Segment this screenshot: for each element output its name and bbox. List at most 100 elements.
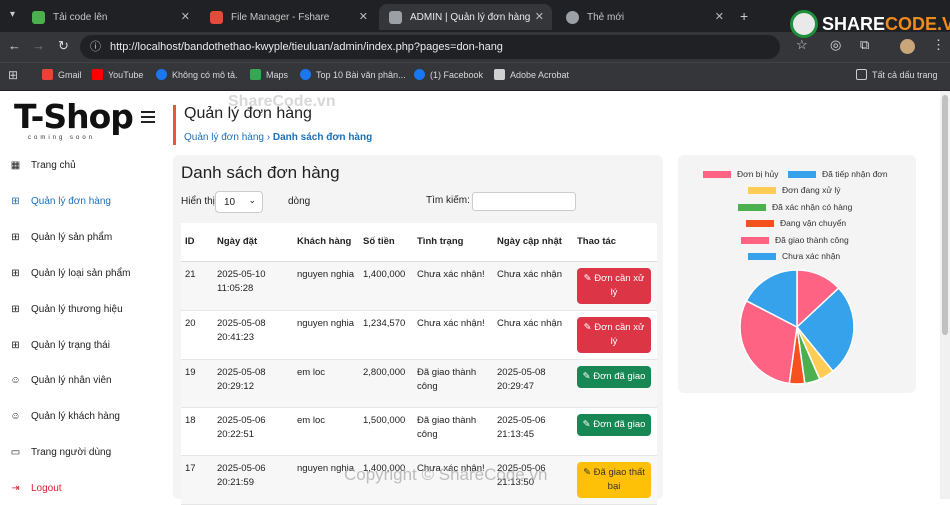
tab-favicon <box>210 10 223 24</box>
tab-favicon <box>32 10 45 24</box>
sidebar-item-categories[interactable]: ⊞ Quản lý loại sản phẩm <box>0 261 165 285</box>
browser-tab[interactable]: Tải code lên ✕ <box>22 4 198 30</box>
apps-grid-icon[interactable]: ⊞ <box>8 68 18 82</box>
tab-label: File Manager - Fshare <box>231 11 330 23</box>
cell-id: 19 <box>181 359 213 408</box>
grid-icon: ⊞ <box>11 231 20 243</box>
watermark-text: ShareCode.vn <box>228 93 336 110</box>
browser-tab[interactable]: File Manager - Fshare ✕ <box>200 4 376 30</box>
extension-icon[interactable]: ◎ <box>830 37 841 53</box>
breadcrumb-parent[interactable]: Quản lý đơn hàng <box>184 132 264 143</box>
cell-id: 18 <box>181 407 213 456</box>
facebook-icon <box>414 69 425 80</box>
col-date[interactable]: Ngày đặt <box>213 223 293 262</box>
tab-search-icon[interactable]: ▾ <box>10 9 15 20</box>
col-amount[interactable]: Số tiền <box>359 223 413 262</box>
cell-id: 17 <box>181 455 213 505</box>
site-info-icon[interactable]: ⓘ <box>90 35 101 59</box>
cell-customer: em loc <box>293 359 359 408</box>
forward-icon[interactable]: → <box>32 38 45 53</box>
bookmark-item[interactable]: Không có mô tả. <box>156 69 238 80</box>
col-updated[interactable]: Ngày cập nhật <box>493 223 573 262</box>
bookmark-item[interactable]: (1) Facebook <box>414 69 483 80</box>
bookmark-item[interactable]: Adobe Acrobat <box>494 69 569 80</box>
close-icon[interactable]: ✕ <box>181 10 190 23</box>
brand-tagline: coming soon <box>28 135 96 141</box>
bookmark-item[interactable]: YouTube <box>92 69 143 80</box>
bookmark-item[interactable]: Gmail <box>42 69 82 80</box>
back-icon[interactable]: ← <box>8 38 21 53</box>
cell-date: 2025-05-06 20:22:51 <box>213 407 293 456</box>
cell-updated: 2025-05-06 21:13:45 <box>493 407 573 456</box>
sidebar-item-home[interactable]: ▦ Trang chủ <box>0 153 165 177</box>
bookmark-label: (1) Facebook <box>430 69 484 80</box>
col-status[interactable]: Tình trạng <box>413 223 493 262</box>
sidebar-item-label: Quản lý loại sản phẩm <box>31 267 131 279</box>
sharecode-logo: SHARECODE.VN <box>790 10 950 38</box>
cell-actions: ✎ Đơn đã giao <box>573 359 657 408</box>
sidebar-item-user-page[interactable]: ▭ Trang người dùng <box>0 440 165 464</box>
browser-tab-active[interactable]: ADMIN | Quản lý đơn hàng ✕ <box>379 4 552 30</box>
menu-dots-icon[interactable]: ⋮ <box>932 37 945 53</box>
sidebar-item-label: Quản lý nhân viên <box>31 374 112 386</box>
tab-label: ADMIN | Quản lý đơn hàng <box>410 11 531 23</box>
order-action-button[interactable]: ✎ Đơn đã giao <box>577 413 651 436</box>
search-input[interactable] <box>472 192 576 211</box>
grid-icon: ⊞ <box>11 339 20 351</box>
tab-label: Tải code lên <box>53 11 108 23</box>
page-size-select[interactable]: 10 ⌄ <box>215 191 263 213</box>
close-icon[interactable]: ✕ <box>535 10 544 23</box>
avatar[interactable] <box>900 39 915 54</box>
sidebar-item-label: Logout <box>31 482 62 494</box>
sidebar-item-statuses[interactable]: ⊞ Quản lý trạng thái <box>0 333 165 357</box>
logout-icon: ⇥ <box>11 482 20 494</box>
sidebar-item-brands[interactable]: ⊞ Quản lý thương hiệu <box>0 297 165 321</box>
cell-customer: nguyen nghia <box>293 261 359 311</box>
sidebar-item-label: Trang chủ <box>31 159 76 171</box>
bookmark-star-icon[interactable]: ☆ <box>796 37 808 53</box>
close-icon[interactable]: ✕ <box>715 10 724 23</box>
scrollbar-thumb[interactable] <box>942 95 948 335</box>
bookmark-label: Tất cả dấu trang <box>872 69 938 80</box>
pie-chart <box>739 269 855 385</box>
menu-toggle-icon[interactable] <box>141 111 155 123</box>
col-customer[interactable]: Khách hàng <box>293 223 359 262</box>
page-size-suffix: dòng <box>288 196 311 207</box>
cell-status: Chưa xác nhận! <box>413 310 493 360</box>
new-tab-icon[interactable]: + <box>740 8 748 24</box>
copyright-watermark: Copyright © ShareCode.vn <box>344 465 548 484</box>
table-row: 21 2025-05-10 11:05:28 nguyen nghia 1,400,0… <box>181 261 657 311</box>
bookmark-item[interactable]: Maps <box>250 69 288 80</box>
sidebar-item-logout[interactable]: ⇥ Logout <box>0 476 165 500</box>
page-scrollbar[interactable] <box>940 91 950 499</box>
order-action-button[interactable]: ✎ Đơn đã giao <box>577 365 651 388</box>
all-bookmarks[interactable]: Tất cả dấu trang <box>856 69 938 80</box>
bookmark-label: Maps <box>266 69 289 80</box>
url-field[interactable]: ⓘ http://localhost/bandothethao-kwyple/ti… <box>80 35 780 59</box>
gmail-icon <box>42 69 53 80</box>
orders-title: Danh sách đơn hàng <box>181 163 340 182</box>
page-size-value: 10 <box>224 197 236 208</box>
order-action-button[interactable]: ✎ Đơn cần xử lý <box>577 267 651 304</box>
table-header-row: ID Ngày đặt Khách hàng Số tiền Tình trạn… <box>181 223 657 262</box>
sidebar-item-staff[interactable]: ☺ Quản lý nhân viên <box>0 368 165 392</box>
puzzle-icon[interactable]: ⧉ <box>860 37 869 53</box>
brand-logo[interactable]: T-Shop <box>14 97 134 136</box>
browser-tab[interactable]: Thẻ mới ✕ <box>556 4 732 30</box>
cell-status: Đã giao thành công <box>413 359 493 408</box>
cell-date: 2025-05-06 20:21:59 <box>213 455 293 505</box>
close-icon[interactable]: ✕ <box>359 10 368 23</box>
cell-date: 2025-05-08 20:41:23 <box>213 310 293 360</box>
recycle-icon <box>790 10 818 38</box>
sidebar-item-customers[interactable]: ☺ Quản lý khách hàng <box>0 404 165 428</box>
maps-icon <box>250 69 261 80</box>
sidebar-item-products[interactable]: ⊞ Quản lý sản phẩm <box>0 225 165 249</box>
cell-actions: ✎ Đơn cần xử lý <box>573 310 657 360</box>
bookmark-item[interactable]: Top 10 Bài văn phân... <box>300 69 406 80</box>
reload-icon[interactable]: ↻ <box>58 38 69 54</box>
sidebar-item-orders[interactable]: ⊞ Quản lý đơn hàng <box>0 189 165 213</box>
order-action-button[interactable]: ✎ Đã giao thất bại <box>577 461 651 498</box>
col-id[interactable]: ID <box>181 223 213 262</box>
col-actions[interactable]: Thao tác <box>573 223 657 262</box>
order-action-button[interactable]: ✎ Đơn cần xử lý <box>577 316 651 353</box>
